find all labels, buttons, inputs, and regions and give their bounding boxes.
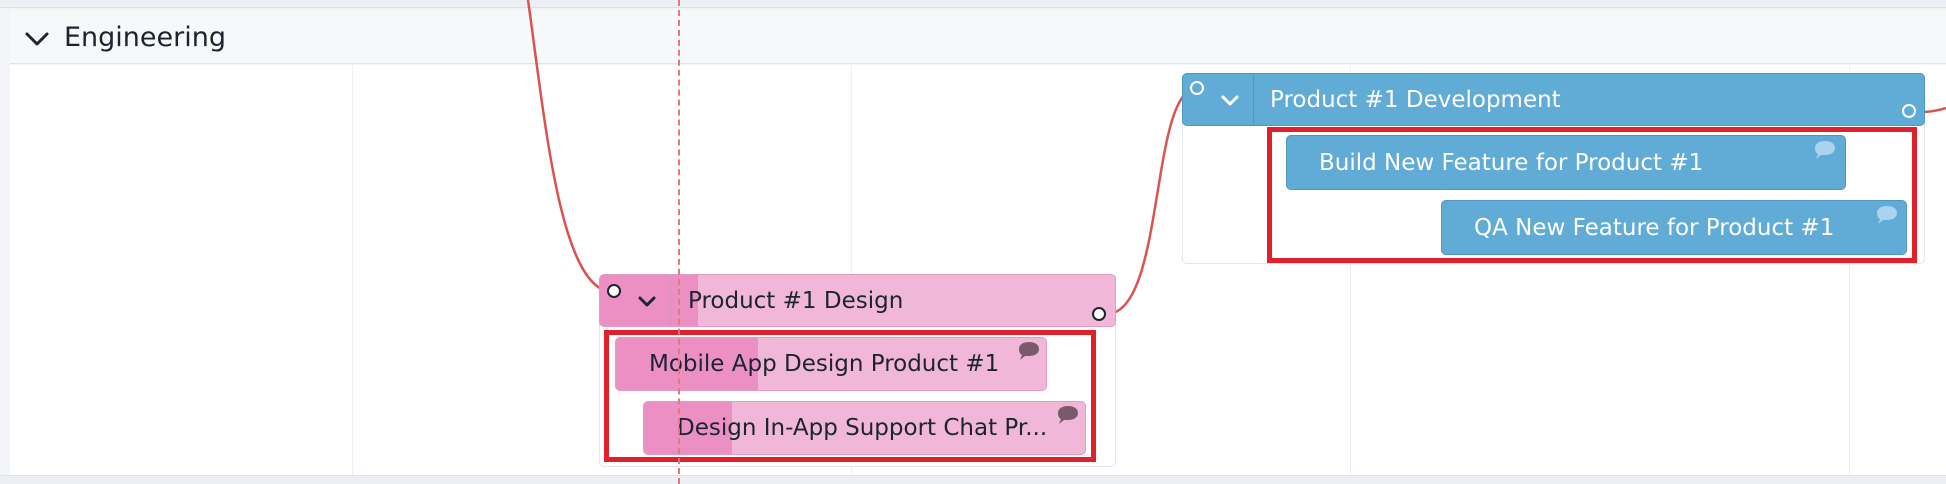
dependency-handle[interactable]	[1092, 307, 1106, 321]
selection-highlight	[1267, 127, 1917, 263]
dependency-handle[interactable]	[607, 284, 621, 298]
bar-divider	[1253, 74, 1254, 125]
chevron-down-icon	[1221, 95, 1239, 105]
chevron-down-icon	[638, 296, 656, 306]
group-bar-toggle[interactable]	[624, 275, 670, 326]
dependency-handle[interactable]	[1190, 81, 1204, 95]
dependency-handle[interactable]	[1902, 104, 1916, 118]
dependency-line	[526, 0, 613, 294]
group-bar-label: Product #1 Development	[1270, 86, 1561, 113]
bar-divider	[670, 275, 671, 326]
group-bar[interactable]: Product #1 Design	[599, 274, 1116, 327]
group-bar-toggle[interactable]	[1207, 74, 1253, 125]
group-bar[interactable]: Product #1 Development	[1182, 73, 1925, 126]
today-marker-line	[678, 0, 680, 484]
group-bar-label: Product #1 Design	[688, 287, 904, 314]
